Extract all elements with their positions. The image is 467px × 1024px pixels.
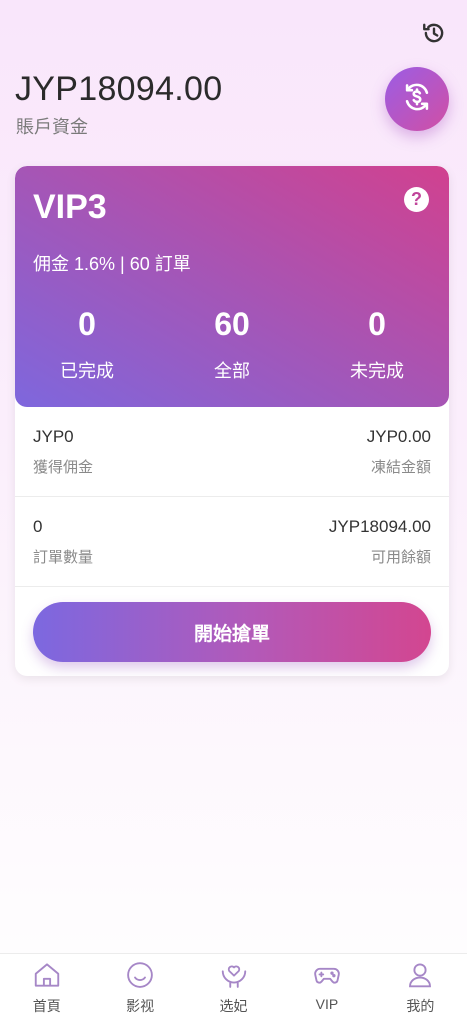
tab-label: 选妃 bbox=[219, 998, 248, 1014]
tab-label: 影视 bbox=[126, 998, 155, 1014]
vip-panel: VIP3 ? 佣金 1.6% | 60 訂單 0 已完成 60 全部 0 未完成… bbox=[15, 166, 449, 676]
frozen-amount-label: 凍結金額 bbox=[370, 459, 431, 476]
vip-card: VIP3 ? 佣金 1.6% | 60 訂單 0 已完成 60 全部 0 未完成 bbox=[15, 166, 449, 407]
user-icon bbox=[405, 960, 435, 990]
tab-vip[interactable]: VIP bbox=[280, 954, 373, 1024]
vip-level: VIP3 bbox=[33, 188, 107, 226]
commission-rate: 佣金 1.6% | 60 訂單 bbox=[33, 254, 191, 274]
balance-label: 賬戶資金 bbox=[16, 117, 88, 137]
info-row-commission: JYP0 獲得佣金 JYP0.00 凍結金額 bbox=[15, 407, 449, 497]
available-balance-value: JYP18094.00 bbox=[328, 517, 431, 536]
history-button[interactable] bbox=[419, 20, 449, 50]
stat-label: 未完成 bbox=[350, 361, 404, 381]
tab-profile[interactable]: 我的 bbox=[374, 954, 467, 1024]
stat-value: 0 bbox=[78, 306, 96, 342]
start-grab-order-button[interactable]: 開始搶單 bbox=[33, 602, 431, 662]
stat-total: 60 全部 bbox=[160, 306, 304, 383]
balance-amount: JYP18094.00 bbox=[15, 70, 223, 108]
info-row-orders: 0 訂單數量 JYP18094.00 可用餘額 bbox=[15, 497, 449, 587]
tab-label: VIP bbox=[315, 996, 339, 1012]
stat-value: 0 bbox=[368, 306, 386, 342]
order-count-label: 訂單數量 bbox=[33, 549, 94, 566]
stat-value: 60 bbox=[214, 306, 250, 342]
smile-icon bbox=[125, 960, 155, 990]
stat-label: 全部 bbox=[214, 361, 250, 381]
help-icon[interactable]: ? bbox=[404, 187, 429, 212]
history-icon bbox=[421, 20, 447, 51]
earned-commission-value: JYP0 bbox=[33, 427, 74, 446]
frozen-amount-value: JYP0.00 bbox=[366, 427, 431, 446]
tab-home[interactable]: 首頁 bbox=[0, 954, 93, 1024]
tab-label: 首頁 bbox=[32, 998, 61, 1014]
gamepad-icon bbox=[312, 960, 342, 990]
home-icon bbox=[32, 960, 62, 990]
currency-exchange-icon bbox=[400, 80, 434, 119]
order-count-value: 0 bbox=[33, 517, 43, 536]
earned-commission-label: 獲得佣金 bbox=[33, 459, 94, 476]
tab-videos[interactable]: 影视 bbox=[93, 954, 186, 1024]
stat-completed: 0 已完成 bbox=[15, 306, 159, 383]
tab-label: 我的 bbox=[406, 998, 435, 1014]
exchange-button[interactable] bbox=[385, 67, 449, 131]
bottom-tab-bar: 首頁 影视 选妃 VIP 我的 bbox=[0, 953, 467, 1024]
available-balance-label: 可用餘額 bbox=[370, 549, 431, 566]
stat-label: 已完成 bbox=[60, 361, 114, 381]
stat-pending: 0 未完成 bbox=[305, 306, 449, 383]
heart-hand-icon bbox=[219, 960, 249, 990]
tab-select[interactable]: 选妃 bbox=[187, 954, 280, 1024]
